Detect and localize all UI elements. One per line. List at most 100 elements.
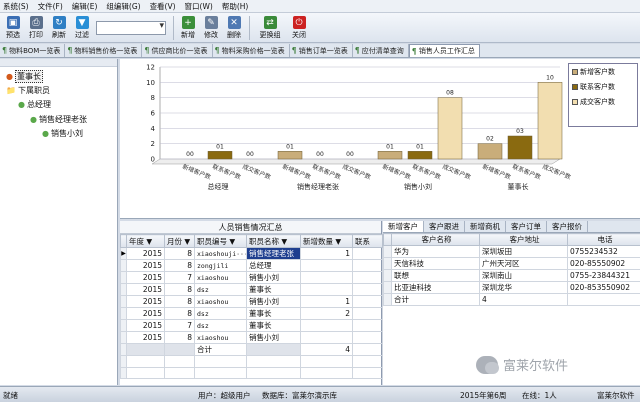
table-cell[interactable] [300,259,353,272]
table-cell[interactable]: 0755234532 [567,245,640,258]
table-row[interactable]: 天信科技 广州天河区 020-85550902 [383,257,640,270]
table-cell[interactable] [352,331,383,344]
table-cell[interactable]: 7 [164,319,195,332]
table-cell[interactable]: 8 [164,247,195,260]
menu-item-3[interactable]: 组编辑(G) [106,1,140,12]
table-cell[interactable]: 华为 [391,245,480,258]
table-cell[interactable]: dsz [194,319,247,332]
table-cell[interactable]: 联想 [391,269,480,282]
menu-item-5[interactable]: 窗口(W) [185,1,213,12]
detail-tab-1[interactable]: 客户跟进 [424,221,465,232]
toolbar-preview-button[interactable]: ▣ 预选 [2,13,24,42]
table-cell[interactable]: 2015 [126,283,165,296]
table-cell[interactable]: 董事长 [246,319,301,332]
table-cell[interactable]: 2015 [126,271,165,284]
table-cell[interactable]: 0755-23844321 [567,269,640,282]
table-cell[interactable]: 深圳坂田 [479,245,568,258]
table-cell[interactable]: 2015 [126,295,165,308]
tree-node-1[interactable]: 📁 下属职员 [6,85,50,96]
toolbar-filter-button[interactable]: ▼ 过滤 [71,13,93,42]
column-header-0[interactable]: 年度 ▼ [126,234,165,248]
table-cell[interactable]: 8 [164,295,195,308]
table-cell[interactable]: 8 [164,259,195,272]
table-cell[interactable]: 8 [164,283,195,296]
tree-node-4[interactable]: ● 销售小刘 [42,128,83,139]
column-header-0[interactable]: 客户名称 [391,233,480,246]
column-header-1[interactable]: 月份 ▼ [164,234,195,248]
column-header-5[interactable]: 联系 [352,234,383,248]
table-cell[interactable] [352,271,383,284]
tab-3[interactable]: ¶ 物料采购价格一览表 [213,44,290,57]
column-header-2[interactable]: 职员编号 ▼ [194,234,247,248]
table-row[interactable]: 2015 8 xiaoshou 销售小刘 [120,331,383,344]
toolbar-edit-button[interactable]: ✎ 修改 [200,13,222,42]
table-cell[interactable]: xiaoshouji··· [194,247,247,260]
toolbar-delete-button[interactable]: ✕ 删除 [223,13,245,42]
table-cell[interactable] [352,295,383,308]
column-header-4[interactable]: 新增数量 ▼ [300,234,353,248]
toolbar-refresh-button[interactable]: ↻ 刷新 [48,13,70,42]
table-cell[interactable]: 销售小刘 [246,271,301,284]
detail-tab-0[interactable]: 新增客户 [383,221,424,232]
tree-node-2[interactable]: ● 总经理 [18,99,51,110]
table-row[interactable]: ▶ 2015 8 xiaoshouji··· 销售经理老张 1 [120,247,383,260]
table-row[interactable]: 比亚迪科技 深圳龙华 020-853550902 [383,281,640,294]
toolbar-printer-button[interactable]: ⎙ 打印 [25,13,47,42]
toolbar-combo[interactable] [96,21,166,35]
table-cell[interactable]: xiaoshou [194,295,247,308]
table-cell[interactable]: 销售经理老张 [246,247,301,260]
table-cell[interactable] [300,319,353,332]
table-cell[interactable] [300,271,353,284]
tree-node-3[interactable]: ● 销售经理老张 [30,114,87,125]
table-cell[interactable]: 020-85550902 [567,257,640,270]
table-row[interactable]: 2015 7 dsz 董事长 [120,319,383,332]
menu-item-2[interactable]: 编辑(E) [72,1,98,12]
tab-4[interactable]: ¶ 销售订单一览表 [290,44,353,57]
table-cell[interactable] [352,259,383,272]
tab-2[interactable]: ¶ 供应商比价一览表 [142,44,213,57]
column-header-1[interactable]: 客户地址 [479,233,568,246]
table-row[interactable]: 2015 8 xiaoshou 销售小刘 1 [120,295,383,308]
table-cell[interactable]: 2015 [126,259,165,272]
toolbar-close-button[interactable]: ⏻ 关闭 [288,13,310,42]
table-cell[interactable]: 销售小刘 [246,295,301,308]
detail-tab-2[interactable]: 新增商机 [465,221,506,232]
menu-item-4[interactable]: 查看(V) [150,1,176,12]
table-cell[interactable]: 天信科技 [391,257,480,270]
table-row[interactable]: 联想 深圳南山 0755-23844321 [383,269,640,282]
table-cell[interactable]: 深圳南山 [479,269,568,282]
table-cell[interactable] [300,283,353,296]
tab-6[interactable]: ¶ 销售人员工作汇总 [408,44,480,57]
table-cell[interactable]: xiaoshou [194,271,247,284]
table-row[interactable]: 2015 8 dsz 董事长 [120,283,383,296]
table-cell[interactable]: 2015 [126,319,165,332]
table-cell[interactable] [352,247,383,260]
detail-tab-3[interactable]: 客户订单 [506,221,547,232]
table-row[interactable]: 2015 8 zongjili 总经理 [120,259,383,272]
table-cell[interactable] [352,319,383,332]
menu-item-0[interactable]: 系统(S) [3,1,29,12]
detail-tab-4[interactable]: 客户报价 [547,221,588,232]
table-cell[interactable]: 8 [164,307,195,320]
table-row[interactable]: 2015 8 dsz 董事长 2 [120,307,383,320]
menu-item-6[interactable]: 帮助(H) [222,1,249,12]
table-cell[interactable]: 董事长 [246,307,301,320]
column-header-2[interactable]: 电话 [567,233,640,246]
table-cell[interactable]: dsz [194,283,247,296]
table-cell[interactable] [352,307,383,320]
table-cell[interactable]: dsz [194,307,247,320]
table-cell[interactable] [300,331,353,344]
table-cell[interactable]: 2 [300,307,353,320]
table-cell[interactable]: 2015 [126,331,165,344]
table-row[interactable]: 2015 7 xiaoshou 销售小刘 [120,271,383,284]
tab-1[interactable]: ¶ 物料销售价格一览表 [65,44,143,57]
table-cell[interactable]: 1 [300,295,353,308]
table-row[interactable]: 华为 深圳坂田 0755234532 [383,245,640,258]
table-cell[interactable]: 1 [300,247,353,260]
table-cell[interactable]: 广州天河区 [479,257,568,270]
table-cell[interactable]: 总经理 [246,259,301,272]
tree-node-0[interactable]: ● 董事长 [6,70,43,83]
tab-0[interactable]: ¶ 物料BOM一览表 [0,44,66,57]
table-cell[interactable]: 销售小刘 [246,331,301,344]
table-cell[interactable]: zongjili [194,259,247,272]
